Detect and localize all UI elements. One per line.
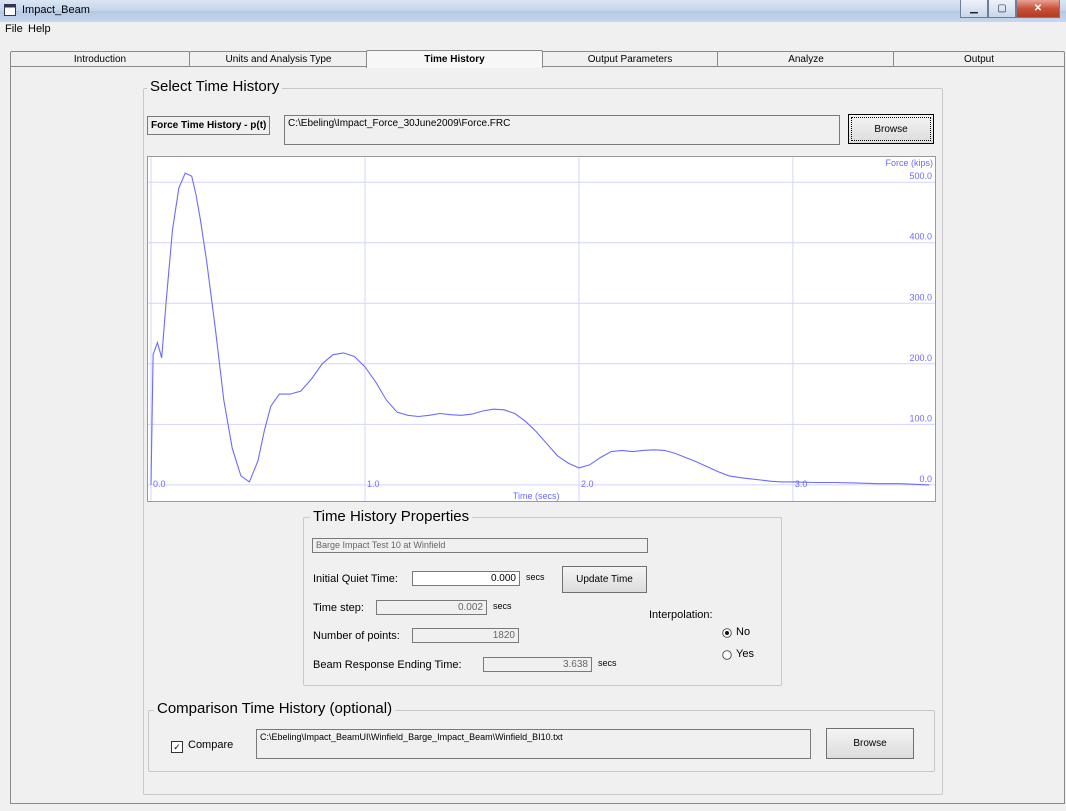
number-of-points-label: Number of points: <box>313 630 400 642</box>
y-tick-label: 0.0 <box>919 474 932 484</box>
interpolation-no-radio[interactable] <box>722 628 732 638</box>
force-time-chart: 0.0 1.0 2.0 3.0 0.0 100.0 200.0 300.0 400.0 500.0… <box>147 156 936 502</box>
beam-ending-time-label: Beam Response Ending Time: <box>313 659 462 671</box>
y-tick-label: 500.0 <box>909 171 932 181</box>
comparison-legend: Comparison Time History (optional) <box>154 700 396 717</box>
y-tick-label: 200.0 <box>909 353 932 363</box>
close-icon[interactable]: ✕ <box>1016 0 1060 18</box>
force-series-line <box>150 172 930 486</box>
tab-units-analysis[interactable]: Units and Analysis Type <box>189 51 368 67</box>
comparison-file-path[interactable]: C:\Ebeling\Impact_BeamUI\Winfield_Barge_… <box>256 729 811 759</box>
interpolation-yes-label[interactable]: Yes <box>736 648 754 660</box>
select-time-history-legend: Select Time History <box>147 78 283 95</box>
time-step-field: 0.002 <box>376 600 487 615</box>
interpolation-no-label[interactable]: No <box>736 626 750 638</box>
tab-introduction[interactable]: Introduction <box>10 51 190 67</box>
number-of-points-field: 1820 <box>412 628 519 643</box>
menu-bar: File Help <box>0 22 1066 38</box>
y-tick-label: 100.0 <box>909 413 932 423</box>
minimize-icon[interactable]: ▁ <box>960 0 988 18</box>
time-step-label: Time step: <box>313 602 364 614</box>
force-file-path[interactable]: C:\Ebeling\Impact_Force_30June2009\Force… <box>284 115 840 145</box>
title-bar: Impact_Beam ▁ ▢ ✕ <box>0 0 1066 23</box>
x-axis-label: Time (secs) <box>513 491 560 501</box>
time-step-unit: secs <box>493 601 512 611</box>
menu-help[interactable]: Help <box>28 23 51 35</box>
update-time-button[interactable]: Update Time <box>562 566 647 593</box>
force-time-plot: 0.0 1.0 2.0 3.0 0.0 100.0 200.0 300.0 400.0 500.0… <box>148 157 935 501</box>
beam-ending-time-field: 3.638 <box>483 657 592 672</box>
tab-analyze[interactable]: Analyze <box>717 51 895 67</box>
x-tick-label: 1.0 <box>367 479 380 489</box>
x-tick-label: 0.0 <box>153 479 166 489</box>
force-time-history-label: Force Time History - p(t) <box>147 116 271 135</box>
y-tick-label: 300.0 <box>909 292 932 302</box>
tab-bar: Introduction Units and Analysis Type Tim… <box>0 38 1066 68</box>
tab-output[interactable]: Output <box>893 51 1065 67</box>
y-tick-label: 400.0 <box>909 232 932 242</box>
time-history-properties-legend: Time History Properties <box>310 508 473 525</box>
tab-output-parameters[interactable]: Output Parameters <box>541 51 719 67</box>
window-controls: ▁ ▢ ✕ <box>960 0 1060 18</box>
browse-comparison-button[interactable]: Browse <box>826 728 914 759</box>
app-icon <box>4 4 16 16</box>
quiet-time-unit: secs <box>526 572 545 582</box>
interpolation-label: Interpolation: <box>649 609 713 621</box>
browse-force-button[interactable]: Browse <box>848 114 934 144</box>
interpolation-yes-radio[interactable] <box>722 650 732 660</box>
initial-quiet-time-input[interactable]: 0.000 <box>412 571 520 586</box>
compare-checkbox[interactable]: ✓ <box>171 741 183 753</box>
tab-time-history[interactable]: Time History <box>366 50 543 68</box>
compare-label[interactable]: Compare <box>188 739 233 751</box>
x-tick-label: 3.0 <box>795 479 808 489</box>
window-title: Impact_Beam <box>22 4 90 16</box>
initial-quiet-time-label: Initial Quiet Time: <box>313 573 398 585</box>
maximize-icon[interactable]: ▢ <box>988 0 1016 18</box>
y-axis-label: Force (kips) <box>885 158 933 168</box>
menu-file[interactable]: File <box>5 23 23 35</box>
description-field[interactable]: Barge Impact Test 10 at Winfield <box>312 538 648 553</box>
x-tick-label: 2.0 <box>581 479 594 489</box>
ending-time-unit: secs <box>598 658 617 668</box>
